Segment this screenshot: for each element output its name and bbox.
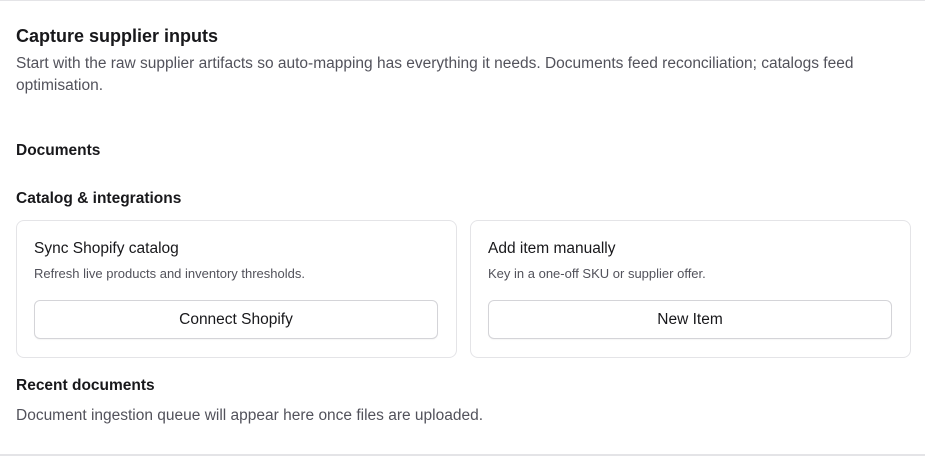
recent-documents-heading: Recent documents <box>16 377 155 394</box>
supplier-inputs-panel: Capture supplier inputs Start with the r… <box>0 0 925 456</box>
new-item-button[interactable]: New Item <box>488 300 892 339</box>
card-title: Sync Shopify catalog <box>34 240 179 257</box>
documents-heading: Documents <box>16 142 101 159</box>
card-description: Refresh live products and inventory thre… <box>34 266 305 281</box>
shopify-sync-card: Sync Shopify catalog Refresh live produc… <box>16 220 457 358</box>
recent-documents-empty-state: Document ingestion queue will appear her… <box>16 407 484 424</box>
page-title: Capture supplier inputs <box>16 26 219 46</box>
integration-cards: Sync Shopify catalog Refresh live produc… <box>16 220 911 358</box>
connect-shopify-button[interactable]: Connect Shopify <box>34 300 438 339</box>
card-description: Key in a one-off SKU or supplier offer. <box>488 266 706 281</box>
manual-item-card: Add item manually Key in a one-off SKU o… <box>470 220 911 358</box>
page-description: Start with the raw supplier artifacts so… <box>16 55 854 94</box>
catalog-integrations-heading: Catalog & integrations <box>16 190 182 207</box>
card-title: Add item manually <box>488 240 616 257</box>
